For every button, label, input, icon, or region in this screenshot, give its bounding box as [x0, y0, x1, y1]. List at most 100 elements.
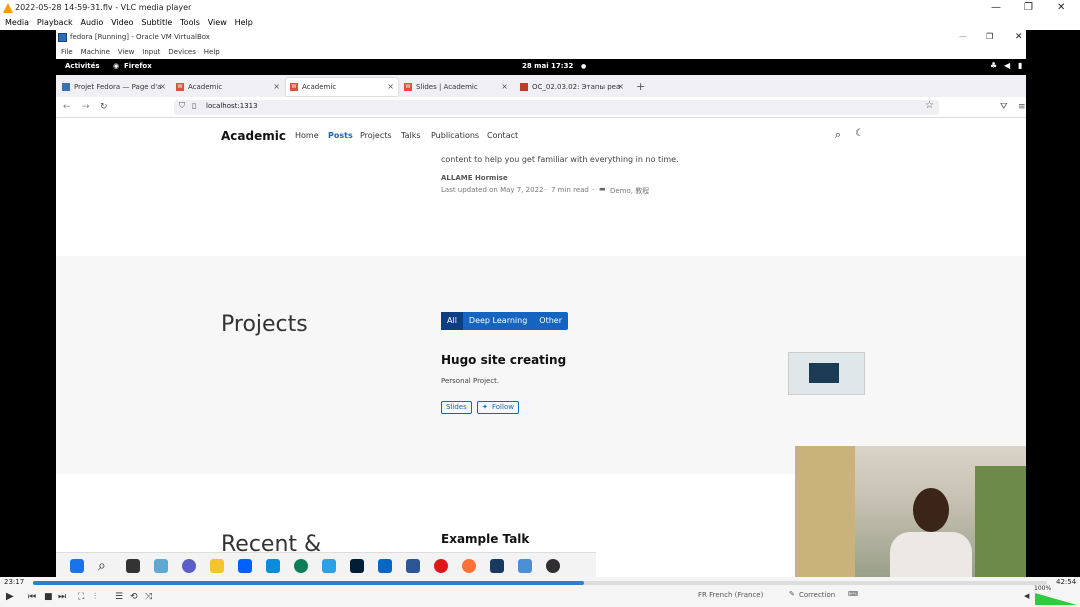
file-explorer-icon[interactable]: [210, 559, 224, 573]
nav-projects[interactable]: Projects: [360, 131, 392, 140]
snip-tool-icon[interactable]: [518, 559, 532, 573]
tab-oc[interactable]: OC_02.03.02: Этапы реа ×: [516, 78, 628, 96]
playlist-icon[interactable]: ☰: [115, 592, 123, 602]
next-icon[interactable]: ⏭: [58, 592, 66, 602]
academic-favicon-icon: W: [404, 83, 412, 91]
tab-academic-active[interactable]: W Academic ×: [286, 78, 398, 96]
vlc-menu-tools[interactable]: Tools: [180, 16, 200, 30]
shield-icon[interactable]: ⛉: [179, 101, 185, 111]
vbox-menu-help[interactable]: Help: [204, 45, 220, 59]
nav-contact[interactable]: Contact: [487, 131, 518, 140]
project-title[interactable]: Hugo site creating: [441, 353, 566, 367]
play-icon[interactable]: ▶: [6, 591, 14, 602]
talk-title[interactable]: Example Talk: [441, 532, 529, 546]
vlc-menu-media[interactable]: Media: [5, 16, 29, 30]
vlc-title-bar: 2022-05-28 14-59-31.flv - VLC media play…: [0, 0, 1080, 16]
search-icon[interactable]: ⌕: [98, 559, 112, 573]
clock[interactable]: 28 mai 17:32: [522, 62, 573, 70]
vbox-menu-view[interactable]: View: [118, 45, 135, 59]
volume-slider[interactable]: [1035, 593, 1077, 605]
dark-mode-moon-icon[interactable]: ☾: [855, 128, 864, 139]
restore-icon[interactable]: ❐: [1024, 2, 1033, 13]
vbox-menu-machine[interactable]: Machine: [81, 45, 110, 59]
mail-icon[interactable]: [266, 559, 280, 573]
dropbox-icon[interactable]: [238, 559, 252, 573]
close-icon[interactable]: ✕: [1057, 2, 1065, 13]
nav-home[interactable]: Home: [295, 131, 319, 140]
activities-button[interactable]: Activités: [65, 62, 100, 70]
forward-icon[interactable]: →: [82, 102, 90, 112]
fullscreen-icon[interactable]: ⛶: [78, 592, 84, 602]
tab-close-icon[interactable]: ×: [617, 78, 624, 96]
nav-publications[interactable]: Publications: [431, 131, 479, 140]
hamburger-menu-icon[interactable]: ≡: [1018, 102, 1026, 112]
task-view-icon[interactable]: [126, 559, 140, 573]
stop-icon[interactable]: ■: [44, 592, 53, 602]
search-icon[interactable]: ⌕: [835, 128, 841, 142]
battery-icon[interactable]: ▮: [1018, 61, 1022, 70]
vbox-menu-input[interactable]: Input: [142, 45, 160, 59]
bookmark-star-icon[interactable]: ☆: [925, 100, 934, 111]
seek-bar[interactable]: [33, 581, 1047, 585]
reload-icon[interactable]: ↻: [100, 102, 108, 112]
vbox-window-title: fedora [Running] - Oracle VM VirtualBox: [70, 33, 210, 41]
firefox-icon[interactable]: [462, 559, 476, 573]
speaker-icon[interactable]: ◀: [1024, 592, 1029, 600]
url-bar[interactable]: ⛉ ▯ localhost:1313 ☆: [174, 100, 939, 115]
pocket-icon[interactable]: ⛛: [1000, 102, 1008, 112]
vlc-menu-subtitle[interactable]: Subtitle: [141, 16, 172, 30]
new-tab-icon[interactable]: +: [636, 80, 645, 93]
network-icon[interactable]: ♣: [990, 61, 997, 70]
project-follow-button[interactable]: ✦ Follow: [477, 401, 519, 414]
obs-icon[interactable]: [546, 559, 560, 573]
vbox-minimize-icon[interactable]: —: [959, 32, 967, 41]
post-tags[interactable]: Demo, 教程: [610, 186, 649, 196]
filter-all[interactable]: All: [441, 312, 463, 330]
weather-widget-icon[interactable]: [154, 559, 168, 573]
volume-icon[interactable]: ◀: [1004, 61, 1010, 70]
minimize-icon[interactable]: —: [991, 2, 1001, 13]
vlc-menu-playback[interactable]: Playback: [37, 16, 73, 30]
project-thumbnail[interactable]: [788, 352, 865, 395]
vlc-menu-view[interactable]: View: [208, 16, 227, 30]
vbox-close-icon[interactable]: ✕: [1015, 32, 1023, 42]
nav-talks[interactable]: Talks: [401, 131, 421, 140]
project-slides-button[interactable]: Slides: [441, 401, 472, 414]
virtualbox-icon[interactable]: [490, 559, 504, 573]
tab-fedora[interactable]: Projet Fedora — Page d'a ×: [58, 78, 170, 96]
tab-close-icon[interactable]: ×: [501, 78, 508, 96]
back-icon[interactable]: ←: [63, 102, 71, 112]
site-brand[interactable]: Academic: [221, 129, 286, 143]
url-text[interactable]: localhost:1313: [206, 102, 258, 110]
filter-deep-learning[interactable]: Deep Learning: [463, 312, 533, 330]
store-icon[interactable]: [406, 559, 420, 573]
vbox-menu-devices[interactable]: Devices: [168, 45, 196, 59]
teams-chat-icon[interactable]: [182, 559, 196, 573]
tab-close-icon[interactable]: ×: [273, 78, 280, 96]
post-meta-date: Last updated on May 7, 2022: [441, 186, 544, 194]
shuffle-icon[interactable]: ⤨: [145, 592, 152, 602]
tab-close-icon[interactable]: ×: [159, 78, 166, 96]
vbox-menu-file[interactable]: File: [61, 45, 73, 59]
vlc-menu-help[interactable]: Help: [235, 16, 253, 30]
vscode-icon[interactable]: [322, 559, 336, 573]
loop-icon[interactable]: ⟲: [130, 592, 138, 602]
vbox-restore-icon[interactable]: ❐: [986, 32, 993, 41]
vlc-menu-audio[interactable]: Audio: [80, 16, 103, 30]
linkedin-icon[interactable]: [378, 559, 392, 573]
vlc-controls: ▶ ⏮ ■ ⏭ ⛶ ⫶ ☰ ⟲ ⤨ FR French (France) ✎ C…: [0, 585, 1080, 607]
tab-close-icon[interactable]: ×: [387, 78, 394, 96]
photoshop-icon[interactable]: [350, 559, 364, 573]
edge-icon[interactable]: [294, 559, 308, 573]
post-author[interactable]: ALLAME Hormise: [441, 174, 508, 182]
vlc-menu-video[interactable]: Video: [111, 16, 133, 30]
nav-posts[interactable]: Posts: [328, 131, 353, 140]
previous-icon[interactable]: ⏮: [28, 592, 36, 602]
app-menu-firefox[interactable]: Firefox: [124, 62, 152, 70]
tab-academic-1[interactable]: W Academic ×: [172, 78, 284, 96]
filter-other[interactable]: Other: [533, 312, 568, 330]
opera-icon[interactable]: [434, 559, 448, 573]
tab-slides[interactable]: W Slides | Academic ×: [400, 78, 512, 96]
windows-start-icon[interactable]: [70, 559, 84, 573]
extended-settings-icon[interactable]: ⫶: [94, 592, 96, 602]
